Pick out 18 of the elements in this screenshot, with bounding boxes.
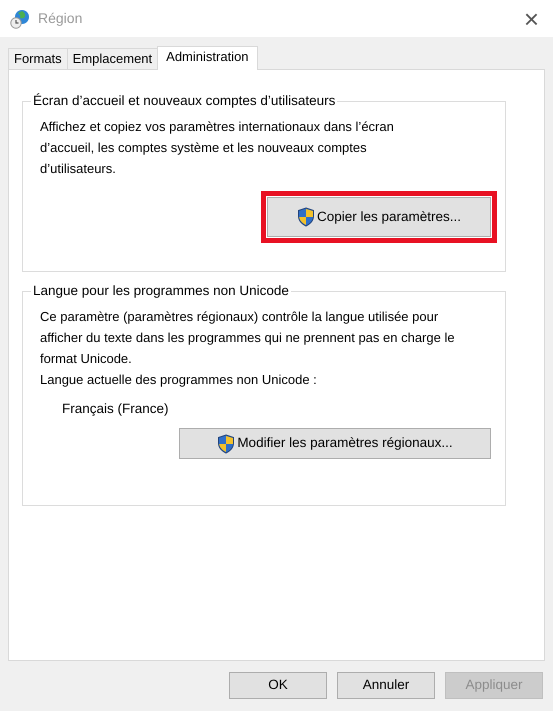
tab[interactable]: Formats <box>8 48 68 69</box>
shield-icon <box>296 207 315 227</box>
group-title: Langue pour les programmes non Unicode <box>31 282 291 300</box>
dialog-button[interactable]: OK <box>229 672 327 699</box>
group-title: Écran d’accueil et nouveaux comptes d’utilisateurs <box>31 92 338 110</box>
dialog-button[interactable]: Annuler <box>337 672 435 699</box>
value-text: Français (France) <box>61 400 170 418</box>
close-button[interactable]: × <box>520 6 543 32</box>
description-text: Ce paramètre (paramètres régionaux) contrôle la langue utilisée pour afficher du texte dans les programmes qui ne prennent pas en charge le format Unicode. <box>40 308 456 368</box>
tab[interactable]: Emplacement <box>66 48 158 69</box>
description-text: Affichez et copiez vos paramètres internationaux dans l’écran d’accueil, les comptes système et les nouveaux comptes d’utilisateurs. <box>40 118 395 178</box>
copy-settings-button[interactable]: Copier les paramètres... <box>267 197 491 237</box>
window-title: Région <box>38 9 84 28</box>
globe-clock-icon <box>10 8 30 28</box>
change-locale-button[interactable]: Modifier les paramètres régionaux... <box>179 428 491 459</box>
tab[interactable]: Administration <box>157 46 258 70</box>
label-text: Langue actuelle des programmes non Unicode : <box>40 371 318 389</box>
shield-icon <box>217 434 236 454</box>
